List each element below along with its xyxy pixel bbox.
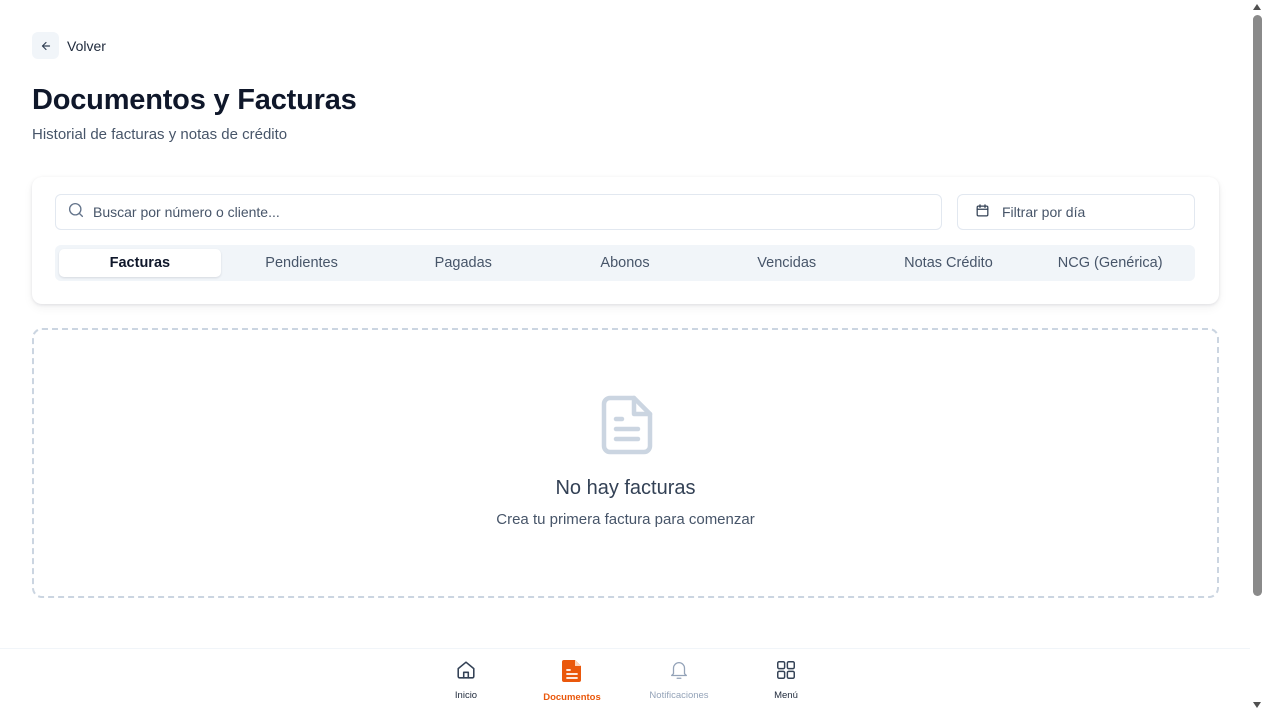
back-button[interactable]: Volver (32, 32, 106, 59)
filter-card: Filtrar por día Facturas Pendientes Paga… (32, 177, 1219, 304)
vertical-scrollbar[interactable] (1250, 0, 1265, 712)
date-filter-label: Filtrar por día (1002, 204, 1086, 220)
document-icon (561, 659, 583, 688)
bottom-nav: Inicio Documentos Notificaciones Menú (0, 648, 1250, 712)
scroll-up-arrow-icon[interactable] (1253, 4, 1261, 10)
search-box (55, 194, 942, 230)
empty-state-title: No hay facturas (555, 477, 696, 499)
date-filter-button[interactable]: Filtrar por día (957, 194, 1195, 230)
tab-facturas[interactable]: Facturas (59, 249, 221, 277)
grid-icon (775, 659, 797, 686)
nav-documentos[interactable]: Documentos (536, 659, 608, 703)
nav-label: Documentos (543, 692, 601, 703)
nav-notificaciones[interactable]: Notificaciones (643, 659, 715, 701)
tab-vencidas[interactable]: Vencidas (706, 249, 868, 277)
tab-pagadas[interactable]: Pagadas (382, 249, 544, 277)
scroll-down-arrow-icon[interactable] (1253, 702, 1261, 708)
tab-abonos[interactable]: Abonos (544, 249, 706, 277)
bell-icon (668, 659, 690, 686)
nav-label: Inicio (454, 690, 478, 701)
search-icon (67, 201, 85, 224)
tab-notas-credito[interactable]: Notas Crédito (868, 249, 1030, 277)
arrow-left-icon (32, 32, 59, 59)
empty-state: No hay facturas Crea tu primera factura … (32, 328, 1219, 598)
page-subtitle: Historial de facturas y notas de crédito (32, 126, 288, 143)
search-input[interactable] (93, 204, 941, 220)
nav-label: Menú (774, 690, 798, 701)
page-title: Documentos y Facturas (32, 84, 357, 116)
nav-label: Notificaciones (649, 690, 709, 701)
nav-inicio[interactable]: Inicio (445, 659, 487, 701)
main-content: Volver Documentos y Facturas Historial d… (0, 0, 1250, 712)
tab-pendientes[interactable]: Pendientes (221, 249, 383, 277)
tab-list: Facturas Pendientes Pagadas Abonos Venci… (55, 245, 1195, 281)
home-icon (455, 659, 477, 686)
page: Volver Documentos y Facturas Historial d… (0, 0, 1265, 712)
document-icon (600, 394, 654, 461)
empty-state-text: Crea tu primera factura para comenzar (496, 511, 755, 528)
calendar-icon (975, 203, 990, 221)
back-label: Volver (67, 37, 106, 54)
tab-ncg-generica[interactable]: NCG (Genérica) (1029, 249, 1191, 277)
nav-menu[interactable]: Menú (765, 659, 807, 701)
scroll-thumb[interactable] (1253, 15, 1262, 596)
